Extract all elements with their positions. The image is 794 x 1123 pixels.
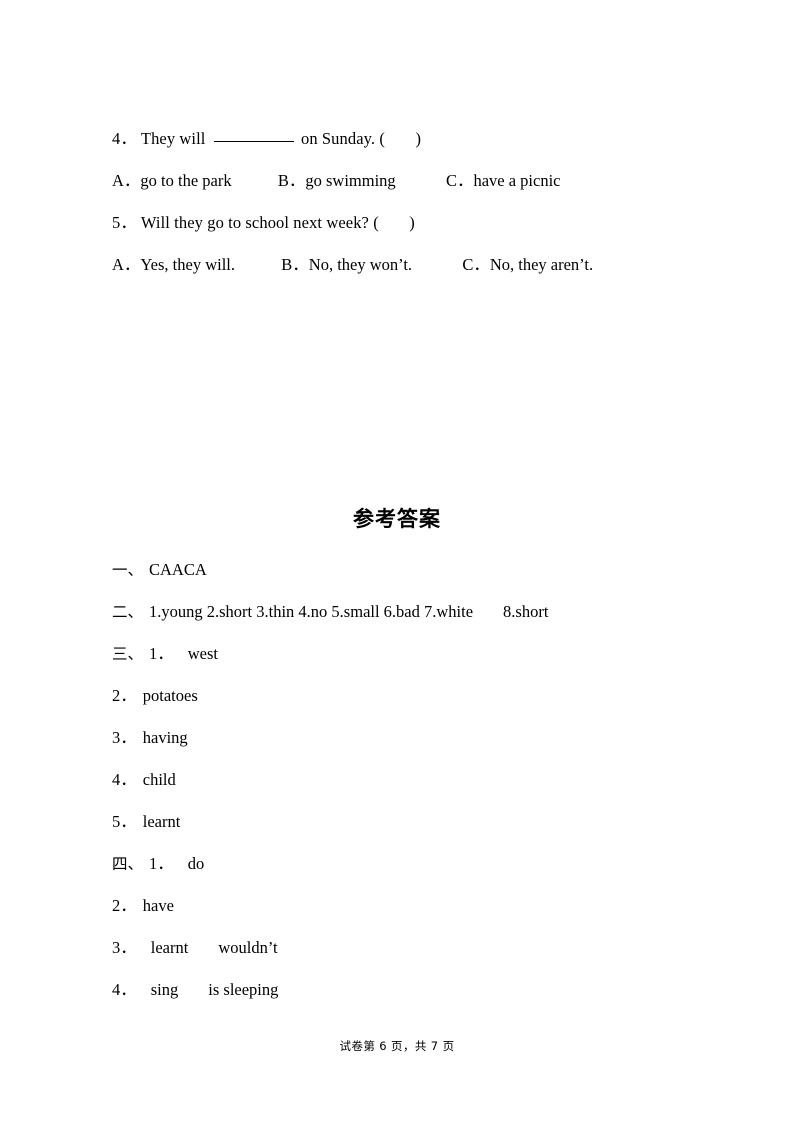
option-5-c[interactable]: C．No, they aren’t. — [462, 244, 593, 286]
answer-marker-1: 一、 — [112, 561, 144, 579]
answer-content-10: 3． — [112, 938, 137, 957]
option-5-b-label: B． — [281, 255, 309, 274]
answer-section-heading: 参考答案 — [353, 507, 441, 531]
option-4-c[interactable]: C．have a picnic — [446, 160, 561, 202]
answer-marker-3: 三、 — [112, 645, 144, 663]
option-4-c-text: have a picnic — [473, 171, 561, 190]
answer-content-4: 2． — [112, 686, 137, 705]
answer-content-9-extra: have — [142, 896, 174, 915]
answer-line-4: 2． potatoes — [112, 675, 712, 717]
answer-content-11-extra: sing — [150, 980, 179, 999]
question-text-4-before: They will — [140, 129, 206, 148]
question-number-5: 5． — [112, 213, 137, 232]
answer-content-6-extra: child — [142, 770, 176, 789]
option-4-a-label: A． — [112, 171, 141, 190]
answer-content-6: 4． — [112, 770, 137, 789]
answer-marker-2: 二、 — [112, 603, 144, 621]
answer-content-7: 5． — [112, 812, 137, 831]
answer-line-5: 3． having — [112, 717, 712, 759]
answer-content-3: 1． — [149, 644, 174, 663]
question-number-4: 4． — [112, 129, 137, 148]
answer-content-2: 1.young 2.short 3.thin 4.no 5.small 6.ba… — [149, 602, 474, 621]
option-5-a[interactable]: A．Yes, they will. — [112, 244, 235, 286]
answer-content-8: 1． — [149, 854, 174, 873]
answer-line-10: 3． learnt wouldn’t — [112, 927, 712, 969]
option-5-a-text: Yes, they will. — [140, 255, 236, 274]
answer-content-7-extra: learnt — [142, 812, 181, 831]
answer-line-7: 5． learnt — [112, 801, 712, 843]
answer-content-3-extra: west — [187, 644, 219, 663]
answer-content-10-extra2: wouldn’t — [218, 938, 278, 957]
question-stem-4: 4． They will on Sunday. ( ) — [112, 118, 682, 160]
question-block: 4． They will on Sunday. ( ) A．go to the … — [112, 118, 682, 286]
option-5-c-text: No, they aren’t. — [489, 255, 594, 274]
answer-content-10-extra: learnt — [150, 938, 189, 957]
answer-line-9: 2． have — [112, 885, 712, 927]
answer-line-8: 四、 1． do — [112, 843, 712, 885]
option-4-b[interactable]: B．go swimming — [278, 160, 396, 202]
answer-line-11: 4． sing is sleeping — [112, 969, 712, 1011]
answer-content-4-extra: potatoes — [142, 686, 198, 705]
option-4-b-text: go swimming — [305, 171, 396, 190]
answer-content-5: 3． — [112, 728, 137, 747]
option-row-4: A．go to the park B．go swimming C．have a … — [112, 160, 682, 202]
answer-marker-8: 四、 — [112, 855, 144, 873]
answer-line-1: 一、 CAACA — [112, 549, 712, 591]
option-5-c-label: C． — [462, 255, 490, 274]
answer-content-8-extra: do — [187, 854, 205, 873]
question-text-5-before: Will they go to school next week? ( — [140, 213, 379, 232]
option-5-a-label: A． — [112, 255, 141, 274]
option-5-b[interactable]: B．No, they won’t. — [281, 244, 412, 286]
question-paren-close-5: ) — [409, 213, 415, 232]
answer-blank-4[interactable] — [213, 126, 294, 142]
page-footer: 试卷第 6 页，共 7 页 — [339, 1039, 455, 1053]
answer-list: 一、 CAACA 二、 1.young 2.short 3.thin 4.no 5.… — [112, 549, 712, 1011]
answer-content-9: 2． — [112, 896, 137, 915]
answer-content-1: CAACA — [149, 560, 207, 579]
option-4-a[interactable]: A．go to the park — [112, 160, 232, 202]
answer-content-5-extra: having — [142, 728, 188, 747]
question-stem-5: 5． Will they go to school next week? ( ) — [112, 202, 682, 244]
answer-line-3: 三、 1． west — [112, 633, 712, 675]
exam-paper-page: 4． They will on Sunday. ( ) A．go to the … — [0, 0, 794, 1123]
answer-line-6: 4． child — [112, 759, 712, 801]
question-paren-close-4: ) — [415, 129, 422, 148]
answer-line-2: 二、 1.young 2.short 3.thin 4.no 5.small 6.… — [112, 591, 712, 633]
question-text-4-after: on Sunday. ( — [300, 129, 385, 148]
answer-content-11-extra2: is sleeping — [208, 980, 279, 999]
answer-content-11: 4． — [112, 980, 137, 999]
option-4-c-label: C． — [445, 171, 474, 190]
option-4-b-label: B． — [277, 171, 306, 190]
option-row-5: A．Yes, they will. B．No, they won’t. C．No… — [112, 244, 682, 286]
answer-content-2-extra: 8.short — [503, 602, 549, 621]
option-4-a-text: go to the park — [140, 171, 232, 190]
option-5-b-text: No, they won’t. — [308, 255, 413, 274]
